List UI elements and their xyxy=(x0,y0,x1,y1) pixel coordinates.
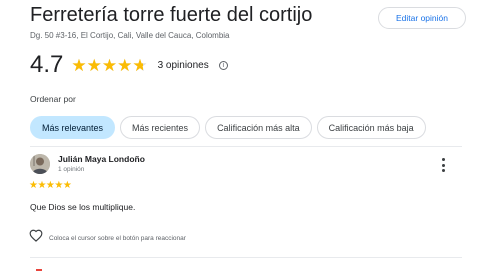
avatar[interactable] xyxy=(30,154,50,174)
review-text: Que Dios se los multiplique. xyxy=(30,202,136,212)
reviews-panel: Ferretería torre fuerte del cortijo Dg. … xyxy=(0,0,484,274)
reviewer-name[interactable]: Julián Maya Londoño xyxy=(58,154,145,164)
info-icon[interactable]: i xyxy=(218,60,228,70)
sort-label: Ordenar por xyxy=(30,94,76,104)
place-title: Ferretería torre fuerte del cortijo xyxy=(30,4,313,26)
rating-stars: ★★★★★ ★★★★★ xyxy=(71,55,148,75)
react-hint: Coloca el cursor sobre el botón para rea… xyxy=(49,234,186,242)
sort-chip-most-recent[interactable]: Más recientes xyxy=(120,116,201,139)
react-row: Coloca el cursor sobre el botón para rea… xyxy=(29,229,186,247)
reviewer-meta: 1 opinión xyxy=(58,166,85,173)
sort-chip-lowest-rating[interactable]: Calificación más baja xyxy=(316,116,426,139)
heart-outline-icon[interactable] xyxy=(29,229,43,247)
sort-chip-most-relevant[interactable]: Más relevantes xyxy=(30,116,116,139)
more-vert-icon[interactable] xyxy=(437,157,449,173)
rating-summary: 4.7 ★★★★★ ★★★★★ 3 opiniones i xyxy=(30,51,228,78)
sort-chip-highest-rating[interactable]: Calificación más alta xyxy=(205,116,312,139)
divider xyxy=(30,257,462,258)
place-address: Dg. 50 #3-16, El Cortijo, Cali, Valle de… xyxy=(30,31,230,40)
sort-chips: Más relevantes Más recientes Calificació… xyxy=(30,116,426,139)
divider xyxy=(30,146,462,147)
review-count: 3 opiniones xyxy=(157,59,209,71)
review-stars: ★★★★★ xyxy=(29,180,72,191)
edit-review-button[interactable]: Editar opinión xyxy=(378,7,466,29)
rating-value: 4.7 xyxy=(30,51,64,78)
next-review-accent xyxy=(36,269,42,271)
